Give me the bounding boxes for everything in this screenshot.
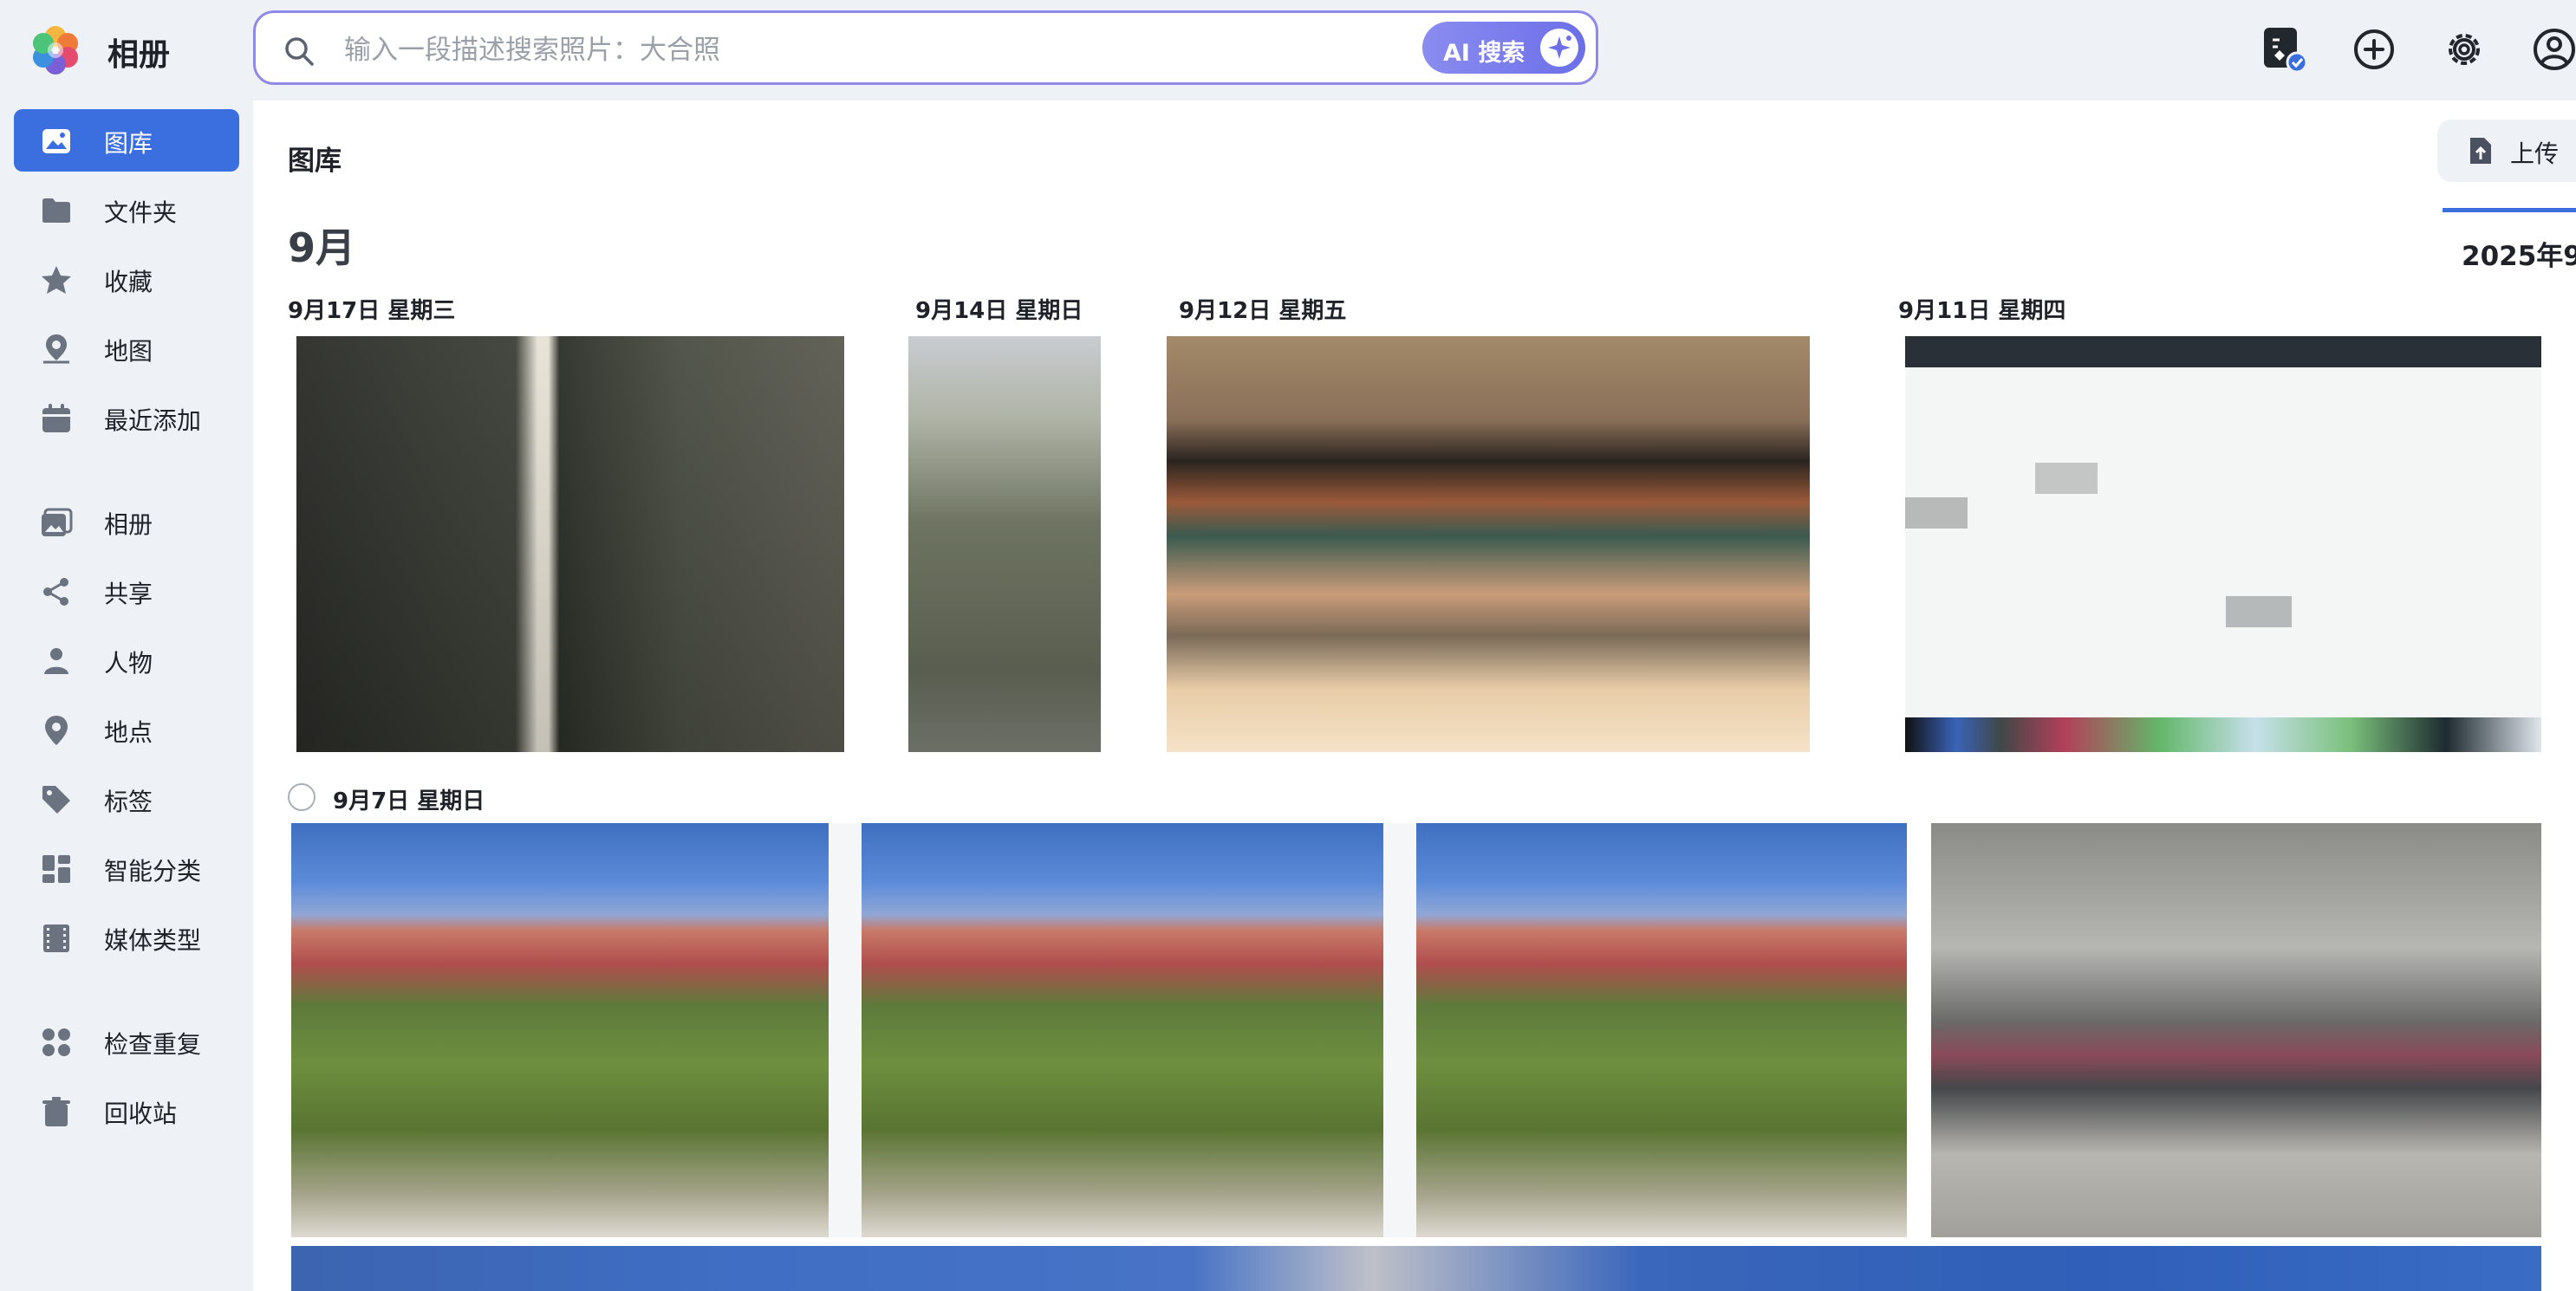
sidebar-item-favorites[interactable]: 收藏: [14, 248, 239, 310]
upload-label: 上传: [2510, 139, 2560, 168]
ai-search-label: AI 搜索: [1443, 40, 1525, 67]
photo-thumbnail[interactable]: [1931, 823, 2541, 1237]
sidebar-item-recent[interactable]: 最近添加: [14, 386, 239, 449]
breadcrumb: 图库: [288, 146, 342, 177]
upload-button[interactable]: 上传: [2437, 120, 2576, 182]
account-icon[interactable]: [2531, 26, 2576, 73]
calendar-icon: [42, 404, 70, 432]
sparkle-icon: [1540, 29, 1578, 67]
photo-thumbnail[interactable]: [1905, 336, 2541, 752]
sidebar-item-map[interactable]: 地图: [14, 317, 239, 380]
sidebar-item-label: 人物: [104, 649, 153, 678]
sidebar-item-label: 回收站: [104, 1100, 178, 1128]
timeline-indicator: [2443, 208, 2576, 212]
select-group-checkbox[interactable]: [288, 783, 315, 811]
duplicate-icon: [42, 1028, 70, 1056]
date-heading: 9月11日 星期四: [1898, 298, 2066, 324]
sidebar-item-label: 收藏: [104, 268, 153, 296]
app-logo-icon: [33, 26, 78, 75]
date-heading: 9月14日 星期日: [915, 298, 1083, 324]
photo-thumbnail[interactable]: [908, 336, 1101, 752]
gear-icon[interactable]: [2441, 26, 2488, 73]
sidebar-item-label: 媒体类型: [104, 926, 202, 955]
sidebar-item-label: 最近添加: [104, 406, 202, 435]
sidebar-item-shared[interactable]: 共享: [14, 560, 239, 622]
sidebar-item-folders[interactable]: 文件夹: [14, 178, 239, 241]
person-icon: [44, 648, 68, 674]
search-bar[interactable]: AI 搜索: [253, 10, 1646, 85]
app-title: 相册: [107, 37, 171, 73]
share-icon: [43, 578, 68, 606]
sidebar-item-people[interactable]: 人物: [14, 629, 239, 691]
date-heading: 9月7日 星期日: [333, 788, 485, 814]
sidebar-item-label: 智能分类: [104, 857, 202, 886]
sidebar-item-media-types[interactable]: 媒体类型: [14, 906, 239, 969]
document-check-icon[interactable]: [2261, 26, 2307, 73]
sidebar-item-label: 文件夹: [104, 198, 178, 227]
film-icon: [43, 924, 69, 952]
sidebar-item-trash[interactable]: 回收站: [14, 1080, 239, 1142]
map-pin-icon: [43, 334, 69, 364]
sidebar-item-label: 检查重复: [104, 1030, 202, 1059]
grid-icon: [42, 855, 70, 883]
search-icon: [285, 37, 314, 66]
photo-library-icon: [42, 129, 70, 153]
sidebar-item-label: 相册: [104, 510, 153, 539]
photo-thumbnail[interactable]: [291, 1246, 2541, 1291]
folder-icon: [42, 198, 70, 223]
sidebar-item-label: 地点: [104, 718, 153, 747]
add-circle-icon[interactable]: [2351, 26, 2397, 73]
sidebar-item-label: 标签: [104, 788, 153, 816]
sidebar-item-duplicates[interactable]: 检查重复: [14, 1010, 239, 1073]
sidebar-item-albums[interactable]: 相册: [14, 490, 239, 553]
date-heading: 9月17日 星期三: [288, 298, 456, 324]
location-icon: [45, 716, 68, 745]
sidebar: 图库 文件夹 收藏 地图 最近添加 相册 共享 人物 地点 标签 智能分类 媒体…: [0, 101, 253, 1291]
sidebar-item-tags[interactable]: 标签: [14, 768, 239, 830]
main-content: 图库 上传 2025年9 9月 9月17日 星期三 9月14日 星期日 9月12…: [253, 101, 2576, 1291]
timeline-year[interactable]: 2025年9: [2462, 234, 2576, 273]
trash-icon: [42, 1097, 70, 1126]
album-icon: [42, 508, 73, 536]
ai-search-button[interactable]: AI 搜索: [1422, 22, 1585, 74]
date-heading: 9月12日 星期五: [1179, 298, 1347, 324]
sidebar-item-label: 图库: [104, 129, 153, 158]
top-bar: 相册 AI 搜索: [0, 0, 2576, 101]
upload-file-icon: [2470, 138, 2491, 164]
star-icon: [42, 266, 71, 294]
sidebar-item-places[interactable]: 地点: [14, 698, 239, 761]
photo-thumbnail[interactable]: [1167, 336, 1810, 752]
sidebar-item-label: 地图: [104, 337, 153, 366]
sidebar-item-library[interactable]: 图库: [14, 109, 239, 172]
photo-thumbnail[interactable]: [291, 823, 1907, 1237]
sidebar-item-smart-categories[interactable]: 智能分类: [14, 837, 239, 899]
sidebar-item-label: 共享: [104, 580, 153, 608]
tag-icon: [42, 786, 70, 814]
month-heading: 9月: [288, 224, 356, 271]
photo-thumbnail[interactable]: [296, 336, 844, 752]
